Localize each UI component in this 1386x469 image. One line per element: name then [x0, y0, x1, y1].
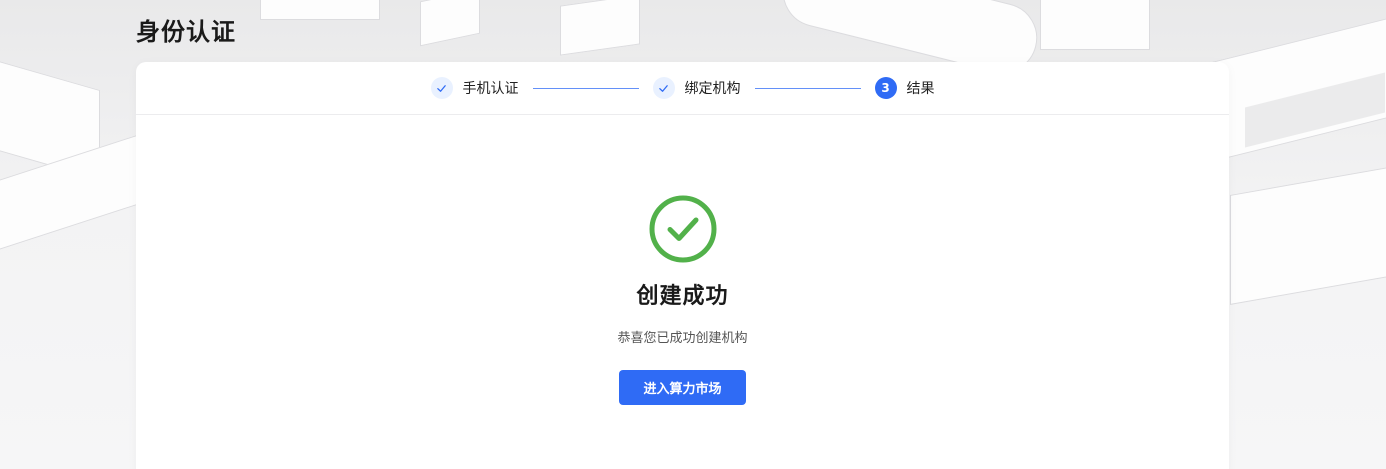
step-bind-organization: 绑定机构 — [652, 77, 741, 99]
result-title: 创建成功 — [636, 284, 729, 309]
step-label: 结果 — [906, 81, 935, 97]
check-icon — [430, 77, 453, 99]
enter-compute-market-button[interactable]: 进入算力市场 — [619, 370, 746, 405]
verification-card: 手机认证 绑定机构 3 结果 创建成功 恭喜您已成功创建机构 进入算力市场 — [136, 62, 1229, 469]
result-description: 恭喜您已成功创建机构 — [617, 331, 748, 346]
step-label: 绑定机构 — [684, 81, 741, 97]
success-check-circle-icon — [649, 195, 716, 263]
step-result: 3 结果 — [874, 77, 935, 99]
result-panel: 创建成功 恭喜您已成功创建机构 进入算力市场 — [136, 194, 1229, 405]
step-label: 手机认证 — [462, 81, 519, 97]
step-number: 3 — [874, 77, 897, 99]
progress-steps: 手机认证 绑定机构 3 结果 — [136, 62, 1229, 115]
step-connector — [532, 87, 639, 89]
page-title: 身份认证 — [136, 18, 236, 46]
check-icon — [652, 77, 675, 99]
step-phone-verification: 手机认证 — [430, 77, 519, 99]
step-connector — [754, 87, 861, 89]
